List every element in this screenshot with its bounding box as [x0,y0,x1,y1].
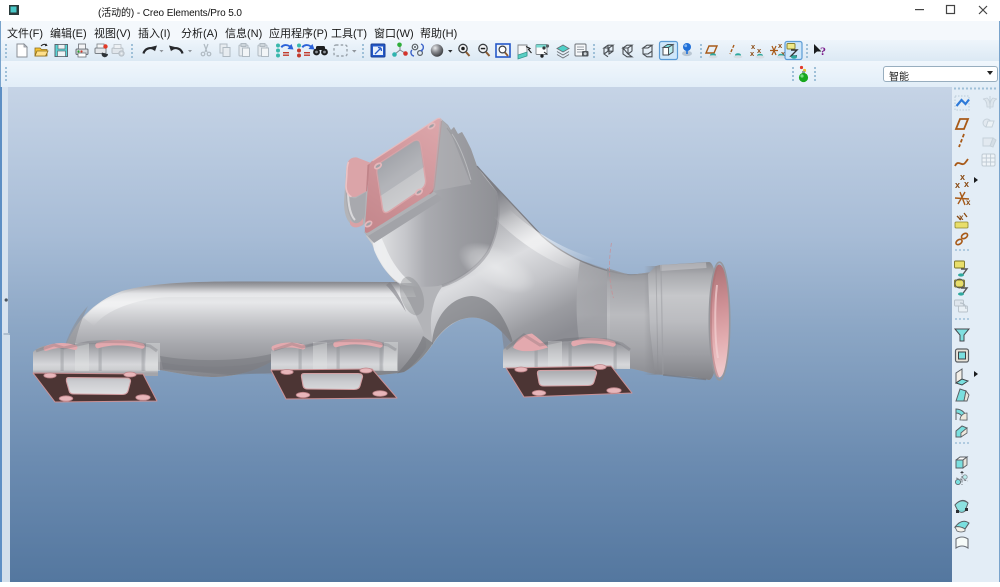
svg-text:x: x [964,179,969,189]
svg-text:x: x [955,180,960,190]
svg-text:x: x [966,198,971,207]
svg-text:x: x [959,213,964,222]
svg-text:x: x [757,46,762,55]
svg-text:?: ? [820,44,826,58]
